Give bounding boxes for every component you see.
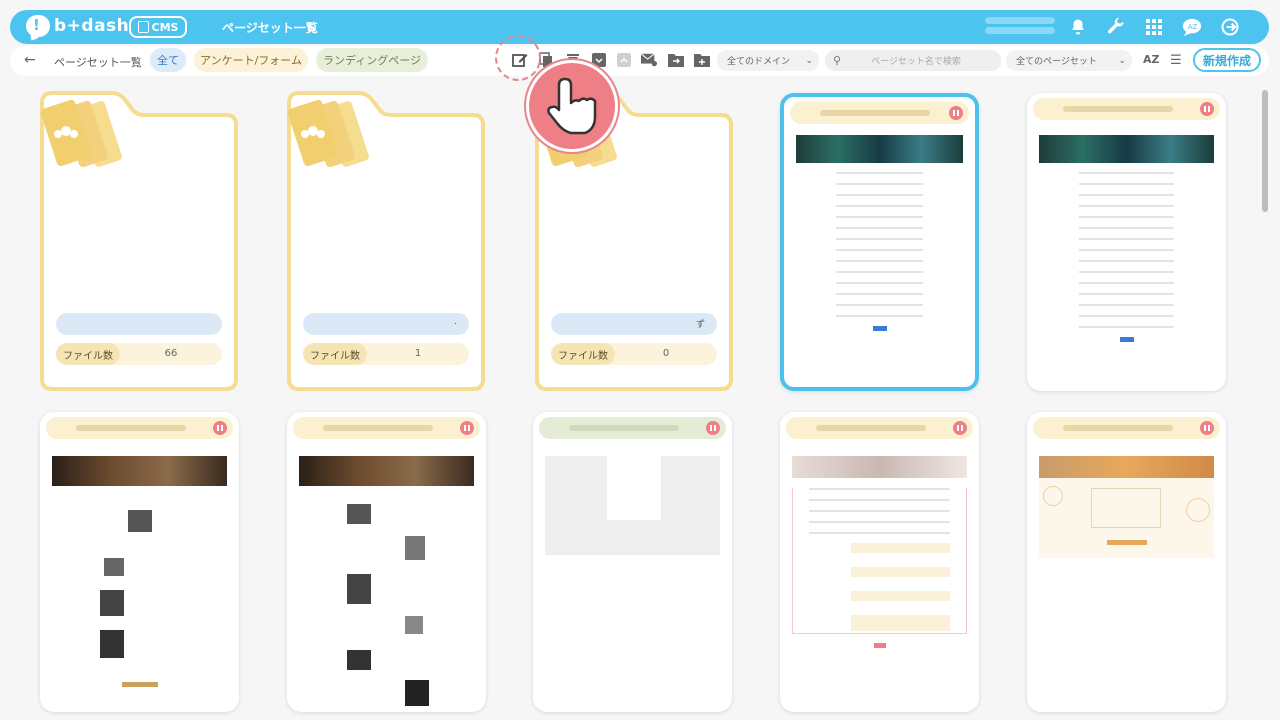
folder-card[interactable]: ファイル数 66 <box>40 91 238 391</box>
file-count: ファイル数 1 <box>303 343 469 365</box>
pageset-select-value: 全てのページセット <box>1016 57 1097 67</box>
pause-icon[interactable] <box>213 421 227 435</box>
add-folder-icon[interactable] <box>694 52 710 68</box>
pause-icon[interactable] <box>706 421 720 435</box>
search-placeholder: ページセット名で検索 <box>871 57 961 67</box>
file-count-value: 66 <box>164 348 178 359</box>
file-count: ファイル数 0 <box>551 343 717 365</box>
mail-icon[interactable] <box>641 52 657 68</box>
folder-name: . <box>303 313 469 335</box>
pageset-card[interactable] <box>780 412 979 712</box>
pageset-card-header <box>1033 417 1220 439</box>
grid-icon[interactable] <box>1141 15 1167 39</box>
pageset-thumbnail <box>792 456 967 648</box>
pageset-card[interactable] <box>1027 93 1226 391</box>
logout-icon[interactable] <box>1217 15 1243 39</box>
folder-name <box>56 313 222 335</box>
file-count-value: 1 <box>414 348 422 359</box>
svg-text:AZ: AZ <box>1187 22 1197 31</box>
file-count-label: ファイル数 <box>56 343 120 365</box>
domain-select[interactable]: 全てのドメイン ⌄ <box>717 50 819 71</box>
cms-edit-icon <box>137 21 149 33</box>
chevron-down-icon: ⌄ <box>1118 55 1126 66</box>
file-count-label: ファイル数 <box>551 343 615 365</box>
chat-icon[interactable]: AZ <box>1179 15 1205 39</box>
pageset-thumbnail <box>1039 456 1214 558</box>
tab-all[interactable]: 全て <box>150 48 186 72</box>
search-input[interactable]: ⚲ ページセット名で検索 <box>825 50 1001 71</box>
page-set-folder-icon <box>287 99 369 168</box>
pageset-card-header <box>1033 98 1220 120</box>
pageset-card-header <box>46 417 233 439</box>
pageset-card[interactable] <box>287 412 486 712</box>
pageset-card-header <box>293 417 480 439</box>
page-set-folder-icon <box>40 99 122 168</box>
pageset-card[interactable] <box>1027 412 1226 712</box>
pageset-card[interactable] <box>533 412 732 712</box>
chevron-down-icon: ⌄ <box>805 55 813 66</box>
cms-button[interactable]: CMS <box>129 16 187 38</box>
tab-survey-form[interactable]: アンケート/フォーム <box>194 48 308 72</box>
page-title: ページセット一覧 <box>222 21 318 35</box>
sort-az-button[interactable]: AZ <box>1143 53 1160 66</box>
new-create-button[interactable]: 新規作成 <box>1193 48 1261 72</box>
pageset-thumbnail <box>796 135 963 331</box>
pageset-card-header <box>786 417 973 439</box>
pause-icon[interactable] <box>1200 421 1214 435</box>
pause-icon[interactable] <box>949 106 963 120</box>
sub-toolbar: ← ページセット一覧 全て アンケート/フォーム ランディングページ 全てのドメ… <box>10 46 1269 76</box>
file-count-value: 0 <box>662 348 670 359</box>
pageset-card[interactable] <box>40 412 239 712</box>
pointer-hand-icon <box>526 60 618 152</box>
wrench-icon[interactable] <box>1103 15 1129 39</box>
search-icon: ⚲ <box>833 54 842 67</box>
scrollbar-thumb[interactable] <box>1262 90 1268 212</box>
pageset-select[interactable]: 全てのページセット ⌄ <box>1006 50 1132 71</box>
move-folder-icon[interactable] <box>668 52 684 68</box>
breadcrumb: ページセット一覧 <box>54 56 142 69</box>
pageset-thumbnail <box>1039 135 1214 342</box>
pageset-thumbnail <box>545 456 720 555</box>
cms-label: CMS <box>151 20 179 34</box>
bell-icon[interactable] <box>1065 15 1091 39</box>
file-count-label: ファイル数 <box>303 343 367 365</box>
folder-card[interactable]: . ファイル数 1 <box>287 91 485 391</box>
pause-icon[interactable] <box>953 421 967 435</box>
user-info-blurred <box>985 14 1055 40</box>
app-logo[interactable]: b+dash <box>54 16 129 36</box>
tab-landing-page[interactable]: ランディングページ <box>316 48 428 72</box>
pageset-card-header <box>790 102 969 124</box>
pageset-card[interactable] <box>780 93 979 391</box>
domain-select-value: 全てのドメイン <box>727 57 791 67</box>
pause-icon[interactable] <box>1200 102 1214 116</box>
unarchive-icon[interactable] <box>616 52 632 68</box>
top-bar: ! b+dash CMS ページセット一覧 AZ <box>10 10 1269 44</box>
logo-icon[interactable]: ! <box>26 15 50 37</box>
pageset-thumbnail <box>52 456 227 687</box>
pageset-card-header <box>539 417 726 439</box>
folder-name: ず <box>551 313 717 335</box>
pageset-thumbnail <box>299 456 474 712</box>
pause-icon[interactable] <box>460 421 474 435</box>
back-arrow-icon[interactable]: ← <box>24 52 36 68</box>
list-view-icon[interactable]: ☰ <box>1170 53 1182 68</box>
file-count: ファイル数 66 <box>56 343 222 365</box>
